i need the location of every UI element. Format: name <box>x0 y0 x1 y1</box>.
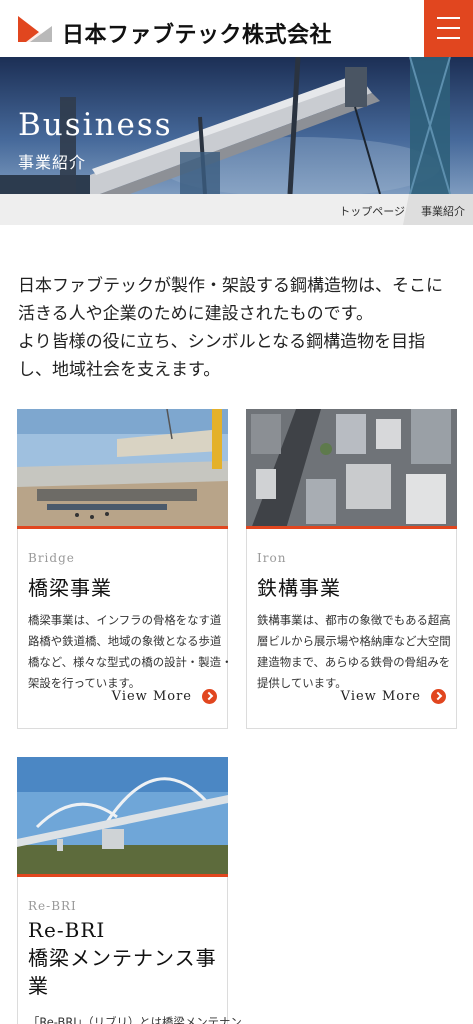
card-description: 橋梁事業は、インフラの骨格をなす道 路橋や鉄道橋、地域の象徴となる歩道 橋など、… <box>28 610 233 694</box>
view-more-label: View More <box>111 689 192 704</box>
intro-line: 日本ファブテックが製作・架設する鋼構造物は、そこに <box>18 276 443 296</box>
iron-business-photo <box>246 409 457 529</box>
card-desc-line: 橋梁事業は、インフラの骨格をなす道 <box>28 613 222 627</box>
hamburger-bar <box>437 37 460 39</box>
card-title: 鉄構事業 <box>257 576 341 600</box>
card-description: 鉄構事業は、都市の象徴でもある超高 層ビルから展示場や格納庫など大空間 建造物ま… <box>257 610 451 694</box>
view-more-iron-link[interactable]: View More <box>341 686 446 708</box>
hero-banner: Business 事業紹介 <box>0 57 473 194</box>
view-more-label: View More <box>340 689 421 704</box>
bridge-business-photo <box>17 409 228 529</box>
business-card-bridge[interactable]: Bridge 橋梁事業 橋梁事業は、インフラの骨格をなす道 路橋や鉄道橋、地域の… <box>17 409 233 729</box>
intro-line: し、地域社会を支えます。 <box>18 360 221 380</box>
hamburger-bar <box>437 27 460 29</box>
card-desc-line: 橋など、様々な型式の橋の設計・製造・ <box>28 655 233 669</box>
breadcrumb-home-link[interactable]: トップページ <box>339 203 405 219</box>
card-title-line: Re-BRI <box>28 918 106 942</box>
hamburger-menu-icon <box>437 17 460 19</box>
menu-button[interactable] <box>424 0 473 57</box>
rebri-business-photo <box>17 757 228 877</box>
intro-line: より皆様の役に立ち、シンボルとなる鋼構造物を目指 <box>18 332 426 352</box>
hero-subtitle: 事業紹介 <box>18 153 87 172</box>
arrow-right-circle-icon <box>431 689 446 704</box>
breadcrumb: トップページ 事業紹介 <box>0 194 473 225</box>
card-description: 「Re-BRI」（リブリ）とは橋梁メンテナン <box>28 1012 242 1024</box>
card-desc-line: 「Re-BRI」（リブリ）とは橋梁メンテナン <box>28 1015 242 1024</box>
arrow-right-circle-icon <box>202 689 217 704</box>
intro-line: 活きる人や企業のために建設されたものです。 <box>18 304 373 324</box>
card-title: Re-BRI 橋梁メンテナンス事 業 <box>28 916 217 1000</box>
card-desc-line: 建造物まで、あらゆる鉄骨の骨組みを <box>257 655 451 669</box>
hero-title: Business <box>18 107 173 143</box>
business-card-iron[interactable]: Iron 鉄構事業 鉄構事業は、都市の象徴でもある超高 層ビルから展示場や格納庫… <box>246 409 457 729</box>
company-logo-icon[interactable] <box>16 14 54 44</box>
company-name[interactable]: 日本ファブテック株式会社 <box>62 17 332 49</box>
card-desc-line: 路橋や鉄道橋、地域の象徴となる歩道 <box>28 634 222 648</box>
card-category-en: Bridge <box>28 551 75 565</box>
card-category-en: Re-BRI <box>28 899 77 913</box>
business-card-rebri[interactable]: Re-BRI Re-BRI 橋梁メンテナンス事 業 「Re-BRI」（リブリ）と… <box>17 757 242 1024</box>
card-title-line: 橋梁メンテナンス事 <box>28 946 217 970</box>
intro-text: 日本ファブテックが製作・架設する鋼構造物は、そこに 活きる人や企業のために建設さ… <box>18 272 458 384</box>
card-desc-line: 鉄構事業は、都市の象徴でもある超高 <box>257 613 451 627</box>
site-header: 日本ファブテック株式会社 <box>0 0 473 57</box>
card-title: 橋梁事業 <box>28 576 112 600</box>
card-category-en: Iron <box>257 551 287 565</box>
card-desc-line: 層ビルから展示場や格納庫など大空間 <box>257 634 451 648</box>
view-more-bridge-link[interactable]: View More <box>112 686 217 708</box>
breadcrumb-current: 事業紹介 <box>403 194 473 225</box>
card-title-line: 業 <box>28 974 49 998</box>
